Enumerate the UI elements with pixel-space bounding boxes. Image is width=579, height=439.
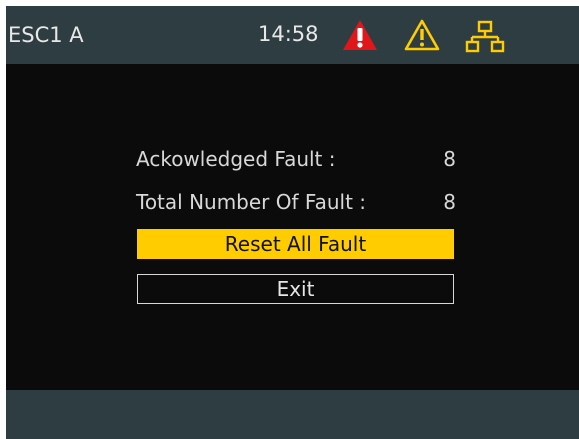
footer-bar [6, 390, 579, 439]
status-bar: ESC1 A 14:58 [6, 6, 579, 64]
reset-all-fault-button[interactable]: Reset All Fault [137, 229, 454, 259]
total-fault-count: 8 [443, 190, 456, 214]
acknowledged-fault-count: 8 [443, 147, 456, 171]
total-fault-label: Total Number Of Fault : [136, 190, 366, 214]
device-name: ESC1 A [8, 23, 84, 47]
warning-icon[interactable] [403, 18, 441, 52]
acknowledged-fault-label: Ackowledged Fault : [136, 147, 336, 171]
alarm-icon[interactable] [341, 18, 379, 52]
exit-button[interactable]: Exit [137, 274, 454, 304]
network-icon[interactable] [465, 20, 505, 54]
hmi-screen: ESC1 A 14:58 Ackowledged Fault : 8 Total… [6, 6, 579, 439]
acknowledged-fault-row: Ackowledged Fault : 8 [136, 145, 456, 173]
total-fault-row: Total Number Of Fault : 8 [136, 188, 456, 216]
clock: 14:58 [258, 22, 319, 46]
